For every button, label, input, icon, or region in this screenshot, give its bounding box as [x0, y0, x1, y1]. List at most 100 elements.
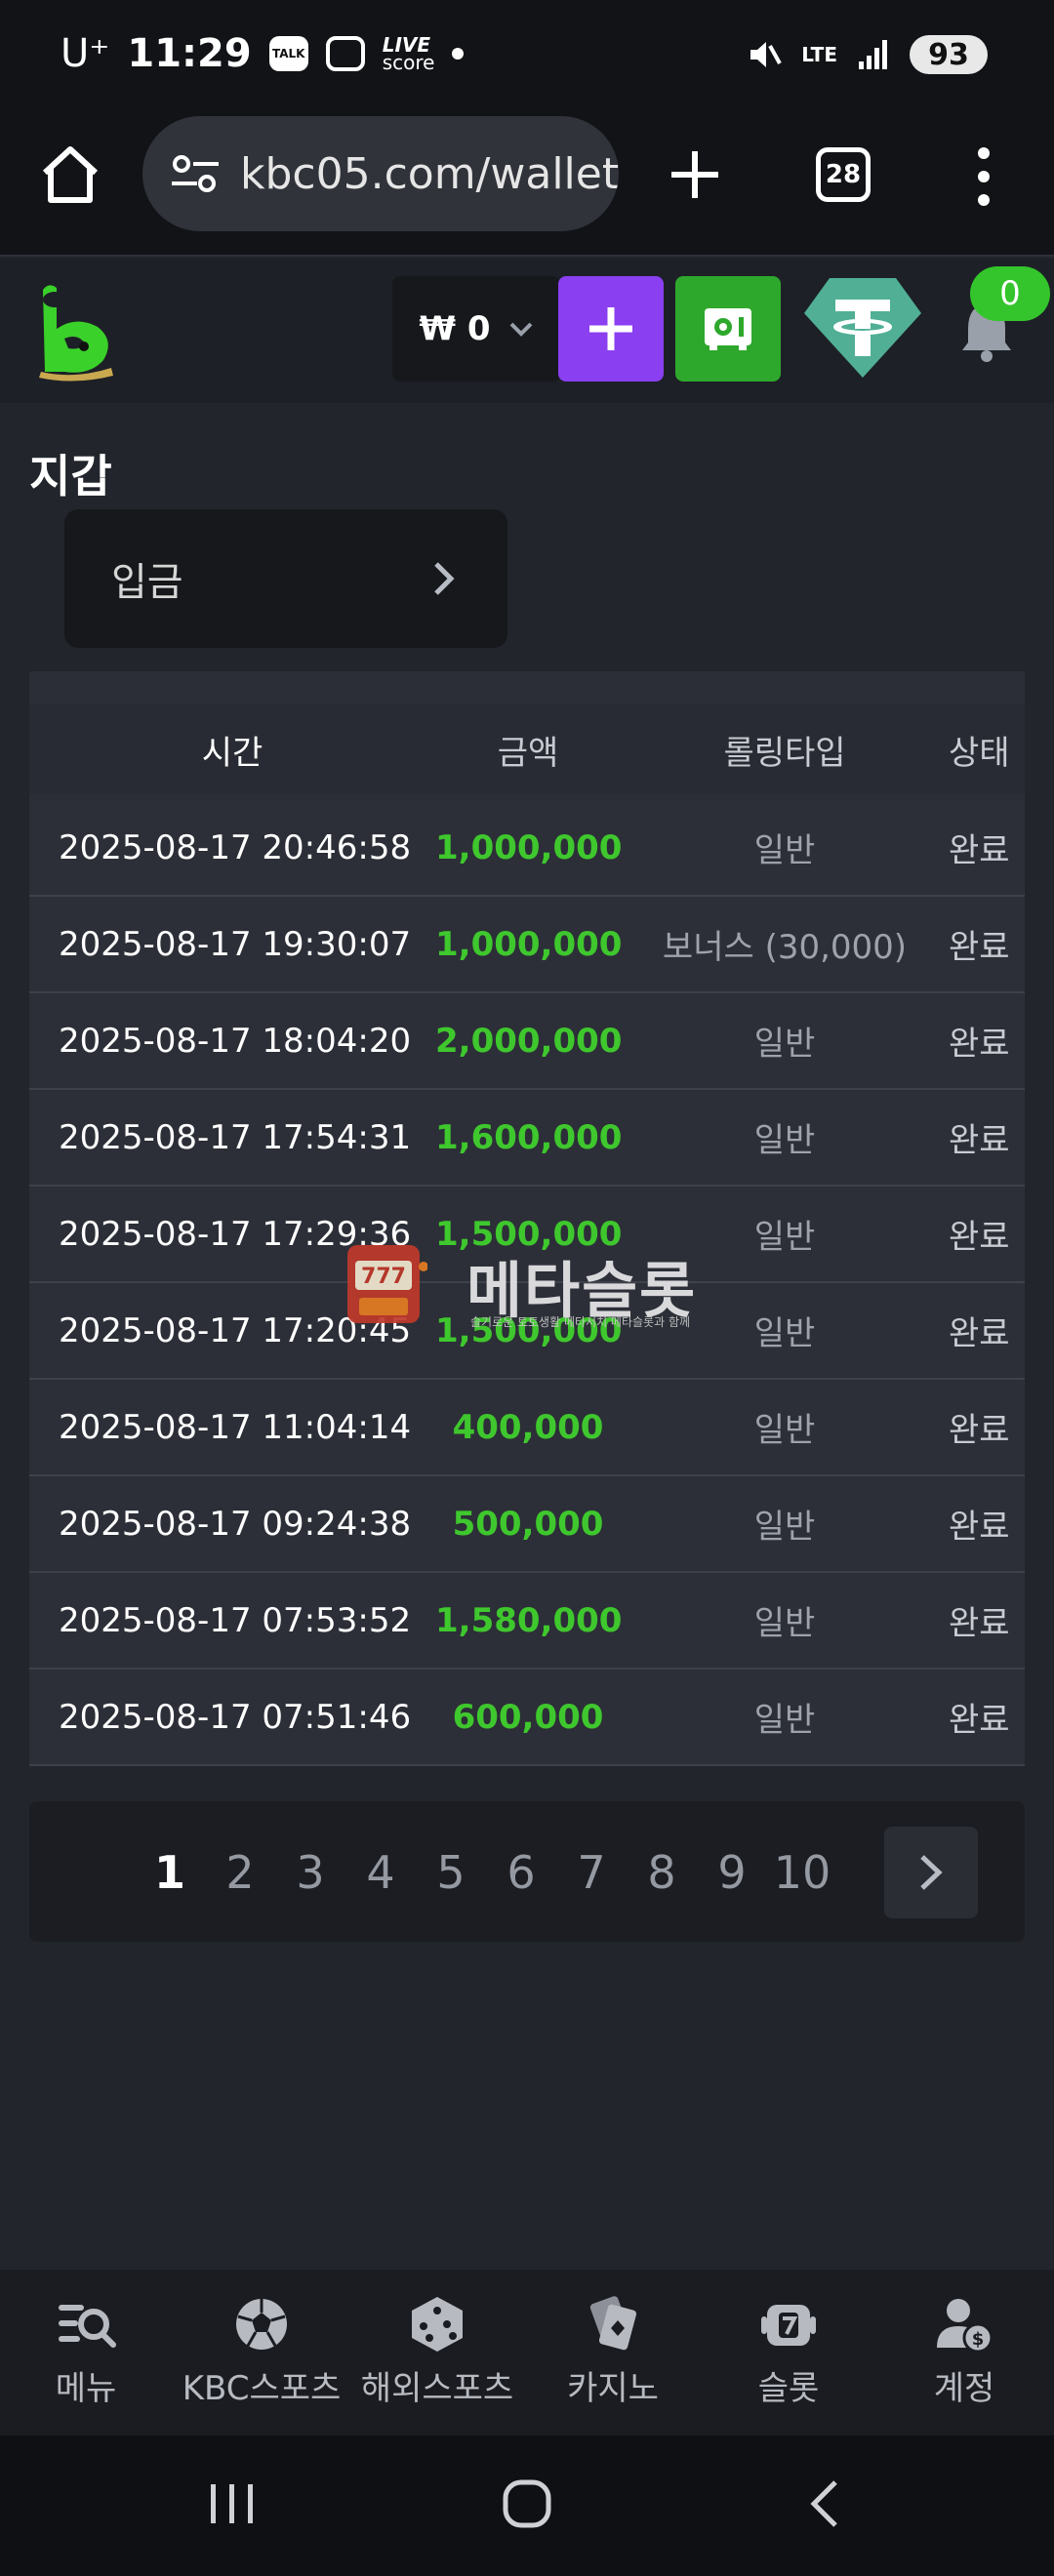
- cell-status: 완료: [949, 1604, 1010, 1643]
- site-settings-icon[interactable]: [170, 152, 221, 195]
- carrier-label: U⁺: [61, 31, 110, 76]
- address-bar[interactable]: kbc05.com/wallet: [142, 116, 619, 231]
- cell-status: 완료: [949, 1701, 1010, 1740]
- cell-amount: 2,000,000: [435, 1021, 623, 1061]
- nav-overseas-sports[interactable]: 해외스포츠: [349, 2293, 525, 2409]
- back-icon[interactable]: [806, 2478, 841, 2529]
- cards-icon: [589, 2296, 637, 2351]
- more-menu-icon[interactable]: [974, 147, 993, 206]
- cell-type: 일반: [753, 1604, 816, 1643]
- page-9[interactable]: 9: [697, 1846, 767, 1899]
- cell-status: 완료: [949, 1121, 1010, 1160]
- livescore-icon: LIVE score: [382, 33, 435, 74]
- nav-menu[interactable]: 메뉴: [0, 2293, 174, 2409]
- table-row: 2025-08-17 07:53:52 1,580,000 일반 완료: [29, 1573, 1025, 1670]
- column-header-time: 시간: [201, 733, 264, 773]
- signal-icon: [859, 40, 887, 69]
- site-logo[interactable]: [35, 278, 117, 382]
- balance-dropdown[interactable]: ₩ 0: [392, 276, 560, 382]
- notification-count-badge: 0: [970, 266, 1050, 321]
- safe-icon: [705, 308, 751, 350]
- cell-amount: 1,000,000: [435, 827, 623, 867]
- page-7[interactable]: 7: [556, 1846, 627, 1899]
- nav-slot[interactable]: 슬롯: [701, 2293, 876, 2409]
- balance-amount: ₩ 0: [419, 309, 491, 348]
- screenshot-icon: [325, 36, 365, 71]
- watermark-subtitle: 슬기로운 토토생활 메타서치 메타슬롯과 함께: [470, 1315, 691, 1329]
- cell-time: 2025-08-17 07:51:46: [59, 1697, 412, 1737]
- cell-amount: 600,000: [452, 1697, 604, 1737]
- next-page-button[interactable]: [884, 1827, 978, 1918]
- page-1[interactable]: 1: [135, 1846, 205, 1899]
- page-2[interactable]: 2: [205, 1846, 275, 1899]
- wallet-button[interactable]: [675, 276, 781, 382]
- nav-label: 슬롯: [757, 2369, 820, 2408]
- new-tab-icon[interactable]: [669, 149, 720, 200]
- tab-switcher-button[interactable]: 28: [816, 147, 871, 202]
- page-4[interactable]: 4: [345, 1846, 416, 1899]
- deposit-label: 입금: [111, 560, 183, 605]
- kakaotalk-icon: TALK: [268, 36, 308, 71]
- home-icon[interactable]: [37, 141, 103, 208]
- nav-label: 메뉴: [55, 2369, 117, 2408]
- nav-casino[interactable]: 카지노: [525, 2293, 701, 2409]
- recent-apps-icon[interactable]: [207, 2480, 258, 2527]
- network-type: LTE: [801, 43, 837, 66]
- cell-type: 일반: [753, 831, 816, 870]
- cell-amount: 1,600,000: [435, 1117, 623, 1157]
- page-10[interactable]: 10: [767, 1846, 837, 1899]
- slot-machine-watermark-icon: 777: [347, 1245, 427, 1323]
- tether-icon[interactable]: [802, 274, 923, 382]
- cell-type: 일반: [753, 1701, 816, 1740]
- transaction-table: 시간 금액 롤링타입 상태 2025-08-17 20:46:58 1,000,0…: [29, 671, 1025, 1766]
- home-circle-icon[interactable]: [502, 2478, 552, 2529]
- status-bar: U⁺ 11:29 TALK LIVE score LTE 93: [0, 0, 1054, 112]
- site-header: ₩ 0 0: [0, 259, 1054, 403]
- cell-type: 일반: [753, 1025, 816, 1064]
- cell-time: 2025-08-17 07:53:52: [59, 1600, 412, 1640]
- cell-type: 일반: [753, 1121, 816, 1160]
- page-5[interactable]: 5: [416, 1846, 486, 1899]
- column-header-status: 상태: [949, 733, 1010, 773]
- column-header-rolling-type: 롤링타입: [723, 733, 846, 773]
- plus-icon: [589, 307, 632, 350]
- url-text: kbc05.com/wallet: [240, 148, 619, 199]
- table-header: 시간 금액 롤링타입 상태: [29, 704, 1025, 794]
- cell-status: 완료: [949, 928, 1010, 967]
- soccer-ball-icon: [236, 2299, 287, 2350]
- cell-time: 2025-08-17 19:30:07: [59, 924, 412, 964]
- cell-type: 보너스 (30,000): [662, 928, 908, 967]
- notification-dot-icon: [452, 48, 465, 60]
- table-row: 2025-08-17 09:24:38 500,000 일반 완료: [29, 1476, 1025, 1573]
- cell-type: 일반: [753, 1411, 816, 1450]
- cell-time: 2025-08-17 18:04:20: [59, 1021, 412, 1061]
- menu-search-icon: [59, 2305, 116, 2348]
- page-6[interactable]: 6: [486, 1846, 556, 1899]
- cell-amount: 400,000: [452, 1407, 604, 1447]
- watermark: 777 메타슬롯 슬기로운 토토생활 메타서치 메타슬롯과 함께: [340, 1237, 720, 1331]
- chevron-right-icon: [920, 1855, 943, 1890]
- table-row: 2025-08-17 17:54:31 1,600,000 일반 완료: [29, 1090, 1025, 1187]
- deposit-button[interactable]: 입금: [64, 509, 507, 648]
- cell-amount: 500,000: [452, 1504, 604, 1544]
- column-header-amount: 금액: [497, 733, 559, 773]
- cell-type: 일반: [753, 1508, 816, 1547]
- cell-status: 완료: [949, 1025, 1010, 1064]
- dice-icon: [412, 2297, 463, 2352]
- cell-time: 2025-08-17 11:04:14: [59, 1407, 412, 1447]
- page-title: 지갑: [29, 450, 112, 503]
- table-row: 2025-08-17 19:30:07 1,000,000 보너스 (30,000)…: [29, 897, 1025, 993]
- chevron-right-icon: [434, 562, 455, 595]
- nav-label: 카지노: [567, 2369, 659, 2408]
- clock: 11:29: [127, 31, 252, 76]
- nav-account[interactable]: $ 계정: [876, 2293, 1052, 2409]
- table-row: 2025-08-17 07:51:46 600,000 일반 완료: [29, 1670, 1025, 1766]
- nav-kbc-sports[interactable]: KBC스포츠: [174, 2293, 349, 2409]
- system-navigation-bar: [0, 2435, 1054, 2576]
- nav-label: 계정: [933, 2369, 995, 2408]
- cell-time: 2025-08-17 20:46:58: [59, 827, 412, 867]
- svg-text:777: 777: [361, 1265, 406, 1289]
- page-3[interactable]: 3: [275, 1846, 345, 1899]
- add-funds-button[interactable]: [558, 276, 664, 382]
- page-8[interactable]: 8: [627, 1846, 697, 1899]
